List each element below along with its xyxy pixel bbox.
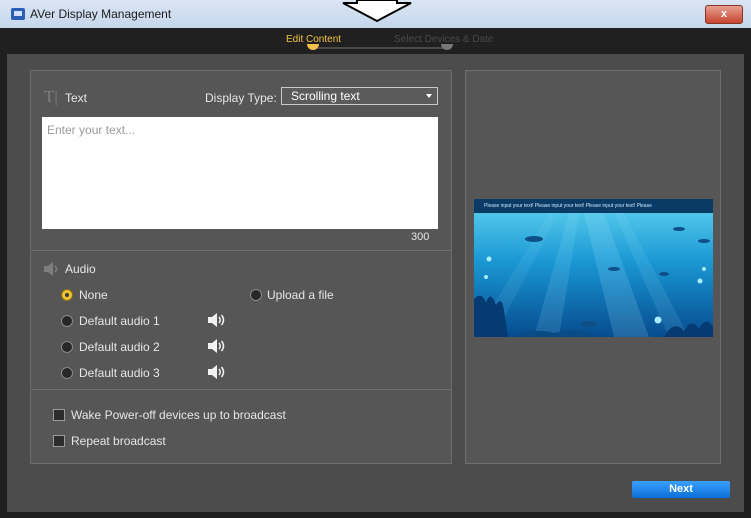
edit-panel: T| Text Display Type: Scrolling text Ent… [30,70,452,464]
audio-upload-radio[interactable] [250,289,262,301]
step-marker-inactive [441,44,453,50]
audio-none-label: None [79,288,108,302]
audio-none-radio[interactable] [61,289,73,301]
default-audio-3-label: Default audio 3 [79,366,160,380]
audio-preview-3-icon[interactable] [207,364,227,380]
default-audio-1-radio[interactable] [61,315,73,327]
next-button[interactable]: Next [632,481,730,498]
display-type-value: Scrolling text [291,89,360,103]
scrolling-text-preview: Please input your text! Please input you… [484,203,652,209]
default-audio-2-label: Default audio 2 [79,340,160,354]
display-type-select[interactable]: Scrolling text [281,87,438,105]
display-type-label: Display Type: [205,91,277,105]
default-audio-3-radio[interactable] [61,367,73,379]
step-marker-active [307,44,319,50]
down-arrow-icon [342,0,412,22]
step-indicator: Edit Content Select Devices & Date [0,28,751,54]
char-count: 300 [411,231,430,243]
chevron-down-icon [426,94,432,98]
preview-panel: Please input your text! Please input you… [465,70,721,464]
audio-upload-label: Upload a file [267,288,334,302]
audio-preview-1-icon[interactable] [207,312,227,328]
text-section-label: Text [65,91,88,105]
window-title: AVer Display Management [30,7,172,21]
underwater-background [474,199,713,337]
audio-section-label: Audio [65,262,96,276]
app-icon [11,8,25,20]
divider [31,250,451,251]
message-placeholder: Enter your text... [47,123,136,137]
wake-devices-checkbox[interactable] [53,409,65,421]
app-window: AVer Display Management x Edit Content S… [0,0,751,518]
wake-devices-label: Wake Power-off devices up to broadcast [71,408,286,422]
preview-image: Please input your text! Please input you… [474,199,713,337]
close-button[interactable]: x [705,5,743,24]
default-audio-2-radio[interactable] [61,341,73,353]
default-audio-1-label: Default audio 1 [79,314,160,328]
text-icon: T| [44,87,58,106]
speaker-icon [44,262,58,276]
step-progress-line [312,47,450,49]
message-text-input[interactable]: Enter your text... [42,117,438,229]
divider [31,389,451,390]
audio-preview-2-icon[interactable] [207,338,227,354]
repeat-broadcast-label: Repeat broadcast [71,434,166,448]
repeat-broadcast-checkbox[interactable] [53,435,65,447]
